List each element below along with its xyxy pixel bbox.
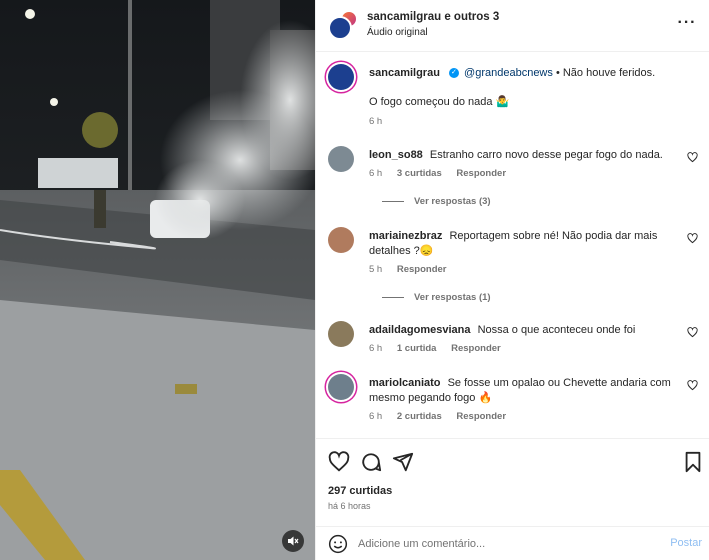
mention-link[interactable]: @grandeabcnews <box>464 67 553 79</box>
comment-body: Nossa o que aconteceu onde foi <box>477 324 636 336</box>
comment-meta: 6 h 1 curtida Responder <box>369 343 513 354</box>
comment-icon[interactable] <box>360 451 382 473</box>
timestamp[interactable]: 6 h <box>369 116 382 127</box>
post-header: sancamilgrau e outros 3 Áudio original ·… <box>316 0 709 52</box>
timestamp[interactable]: 6 h <box>369 168 382 179</box>
timestamp[interactable]: 6 h <box>369 343 382 354</box>
heart-icon[interactable] <box>687 327 698 338</box>
view-replies-button[interactable]: Ver respostas (1) <box>382 292 491 303</box>
comment-item: mariainezbraz Reportagem sobre né! Não p… <box>328 227 698 307</box>
like-count[interactable]: 1 curtida <box>397 343 437 354</box>
video-player[interactable] <box>0 0 315 560</box>
comment-text: mariolcaniato Se fosse um opalao ou Chev… <box>369 376 687 406</box>
bookmark-icon[interactable] <box>682 451 704 473</box>
comment-username[interactable]: mariainezbraz <box>369 230 442 242</box>
collab-avatars[interactable] <box>328 10 360 42</box>
caption-text: sancamilgrau ✓ @grandeabcnews • Não houv… <box>369 66 687 81</box>
avatar[interactable] <box>328 374 354 400</box>
verified-icon: ✓ <box>448 68 459 79</box>
avatar[interactable] <box>328 227 354 253</box>
comment-text: mariainezbraz Reportagem sobre né! Não p… <box>369 229 687 259</box>
add-comment-bar: Postar <box>316 526 709 560</box>
avatar[interactable] <box>328 321 354 347</box>
comment-item: adaildagomesviana Nossa o que aconteceu … <box>328 321 698 361</box>
post-comment-button[interactable]: Postar <box>670 537 702 549</box>
comment-text: leon_so88 Estranho carro novo desse pega… <box>369 148 687 163</box>
like-count[interactable]: 2 curtidas <box>397 411 442 422</box>
comments-list[interactable]: sancamilgrau ✓ @grandeabcnews • Não houv… <box>316 52 709 438</box>
emoji-icon[interactable] <box>328 534 348 554</box>
avatar[interactable] <box>328 146 354 172</box>
more-icon: ··· <box>677 14 697 31</box>
post-panel: sancamilgrau e outros 3 Áudio original ·… <box>315 0 709 560</box>
replies-divider <box>382 297 404 298</box>
heart-icon[interactable] <box>687 233 698 244</box>
timestamp[interactable]: 6 h <box>369 411 382 422</box>
caption-time: 6 h <box>369 116 394 127</box>
like-count[interactable]: 3 curtidas <box>397 168 442 179</box>
reply-button[interactable]: Responder <box>397 264 447 275</box>
reply-button[interactable]: Responder <box>451 343 501 354</box>
comment-input[interactable] <box>358 533 658 555</box>
view-replies-label: Ver respostas (3) <box>414 196 491 207</box>
video-frame <box>0 0 315 560</box>
mute-button[interactable] <box>282 530 304 552</box>
post-actions: 297 curtidas há 6 horas <box>316 438 709 526</box>
comment-item: mariolcaniato Se fosse um opalao ou Chev… <box>328 374 698 429</box>
heart-icon[interactable] <box>328 451 350 473</box>
post-time[interactable]: há 6 horas <box>328 501 371 511</box>
comment-username[interactable]: mariolcaniato <box>369 377 441 389</box>
replies-divider <box>382 201 404 202</box>
heart-icon[interactable] <box>687 380 698 391</box>
caption-username[interactable]: sancamilgrau <box>369 67 440 79</box>
caption-text-1: • Não houve feridos. <box>555 67 656 79</box>
comment-body: Estranho carro novo desse pegar fogo do … <box>429 149 663 161</box>
comment-meta: 6 h 2 curtidas Responder <box>369 411 518 422</box>
post-author-title[interactable]: sancamilgrau e outros 3 <box>367 11 499 23</box>
comment-text: adaildagomesviana Nossa o que aconteceu … <box>369 323 687 338</box>
audio-label[interactable]: Áudio original <box>367 27 428 38</box>
avatar[interactable] <box>328 16 352 40</box>
comment-username[interactable]: leon_so88 <box>369 149 423 161</box>
mute-icon <box>288 536 299 546</box>
view-replies-label: Ver respostas (1) <box>414 292 491 303</box>
comment-meta: 5 h Responder <box>369 264 458 275</box>
caption-text-2: O fogo começou do nada 🤷‍♂️ <box>369 96 510 108</box>
comment-username[interactable]: adaildagomesviana <box>369 324 471 336</box>
comment-item: leon_so88 Estranho carro novo desse pega… <box>328 146 698 216</box>
caption: sancamilgrau ✓ @grandeabcnews • Não houv… <box>328 64 698 134</box>
share-icon[interactable] <box>392 451 414 473</box>
avatar[interactable] <box>328 64 354 90</box>
reply-button[interactable]: Responder <box>456 168 506 179</box>
timestamp[interactable]: 5 h <box>369 264 382 275</box>
post-likes[interactable]: 297 curtidas <box>328 485 392 497</box>
reply-button[interactable]: Responder <box>456 411 506 422</box>
view-replies-button[interactable]: Ver respostas (3) <box>382 196 491 207</box>
more-options-button[interactable]: ··· <box>678 14 696 32</box>
heart-icon[interactable] <box>687 152 698 163</box>
comment-meta: 6 h 3 curtidas Responder <box>369 168 518 179</box>
